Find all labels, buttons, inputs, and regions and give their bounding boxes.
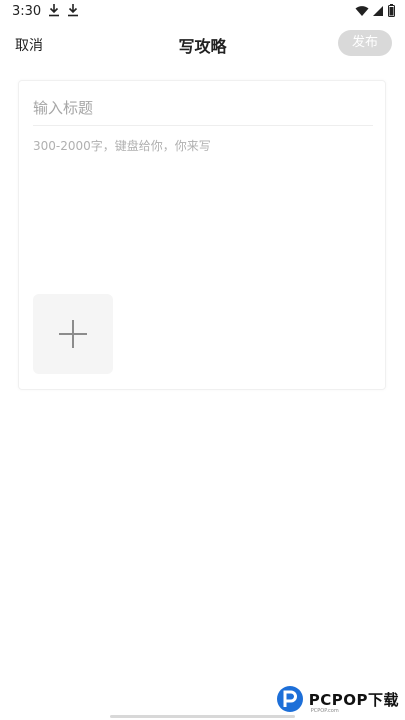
status-bar: 3:30	[0, 0, 405, 24]
publish-button[interactable]: 发布	[338, 30, 392, 56]
download-icon	[49, 4, 59, 17]
body-textarea[interactable]	[33, 137, 373, 277]
watermark-text: PCPOP下载	[308, 690, 399, 709]
watermark-logo	[276, 686, 303, 712]
editor-card	[18, 80, 386, 390]
title-input[interactable]	[33, 93, 373, 123]
top-bar: 取消 写攻略 发布	[0, 28, 405, 60]
divider	[33, 125, 373, 126]
watermark-subtext: PCPOP.com	[310, 708, 339, 714]
signal-icon	[373, 5, 383, 16]
download-icon	[68, 4, 78, 17]
add-image-button[interactable]	[33, 294, 113, 374]
battery-icon	[388, 4, 395, 17]
wifi-icon	[355, 5, 369, 16]
status-time: 3:30	[12, 4, 42, 19]
home-indicator	[110, 715, 295, 718]
watermark: PCPOP下载 PCPOP.com	[275, 682, 399, 716]
